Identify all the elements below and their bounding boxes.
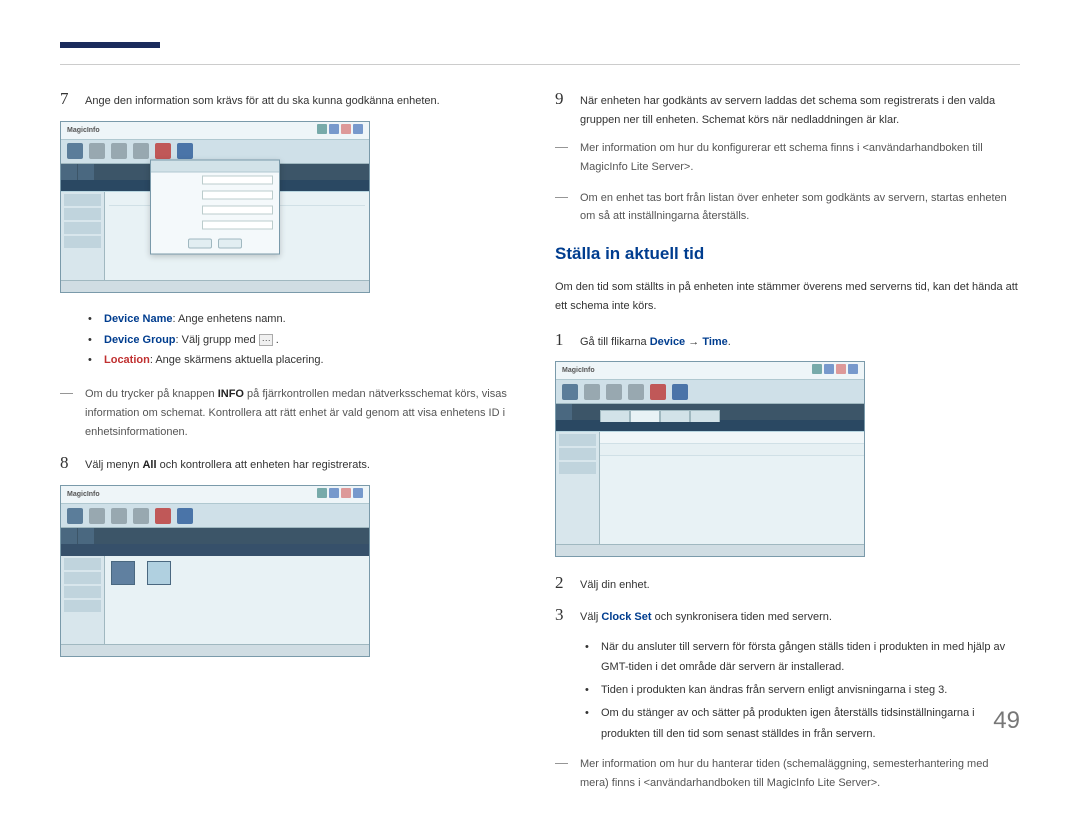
time-word: Time (702, 336, 727, 348)
screenshot-time-tab: MagicInfo (555, 361, 1020, 557)
info-word: INFO (218, 388, 244, 400)
info-note: ― Om du trycker på knappen INFO på fjärr… (60, 385, 525, 441)
sub-bullet-1: När du ansluter till servern för första … (601, 637, 1020, 679)
all-word: All (142, 459, 156, 471)
ss-logo: MagicInfo (67, 491, 100, 498)
note-dash-icon: ― (555, 139, 580, 176)
note-schedule-info: ― Mer information om hur du konfigurerar… (555, 139, 1020, 176)
step8-before: Välj menyn (85, 459, 142, 471)
note-text: Mer information om hur du konfigurerar e… (580, 139, 1020, 176)
approve-dialog (150, 159, 280, 254)
step-3: 3 Välj Clock Set och synkronisera tiden … (555, 605, 1020, 627)
sub-bullet-2: Tiden i produkten kan ändras från server… (601, 680, 1020, 701)
step-9: 9 När enheten har godkänts av servern la… (555, 89, 1020, 129)
clock-set-word: Clock Set (601, 611, 651, 623)
browse-group-button-icon (259, 334, 273, 346)
step-7: 7 Ange den information som krävs för att… (60, 89, 525, 111)
period: . (728, 336, 731, 348)
location-label: Location (104, 354, 150, 366)
right-column: 9 När enheten har godkänts av servern la… (555, 89, 1020, 804)
note-device-removed: ― Om en enhet tas bort från listan över … (555, 189, 1020, 226)
location-text: : Ange skärmens aktuella placering. (150, 354, 324, 366)
section-intro: Om den tid som ställts in på enheten int… (555, 278, 1020, 315)
ss-logo: MagicInfo (67, 127, 100, 134)
header-accent-bar (60, 42, 160, 48)
ss-logo: MagicInfo (562, 367, 595, 374)
section-title-time: Ställa in aktuell tid (555, 244, 1020, 264)
note-text: Mer information om hur du hanterar tiden… (580, 755, 1020, 792)
device-group-label: Device Group (104, 334, 176, 346)
step-2: 2 Välj din enhet. (555, 573, 1020, 595)
device-group-text-after: . (273, 334, 279, 346)
time-sub-bullets: •När du ansluter till servern för första… (585, 637, 1020, 745)
arrow: → (685, 336, 702, 348)
step1-before: Gå till flikarna (580, 336, 650, 348)
device-name-text: : Ange enhetens namn. (173, 313, 286, 325)
bullet-dot: • (585, 703, 601, 745)
screenshot-approve-device: MagicInfo (60, 121, 525, 293)
step3-after: och synkronisera tiden med servern. (652, 611, 832, 623)
step-number: 1 (555, 330, 580, 352)
bullet-dot: • (88, 309, 104, 330)
bullet-dot: • (88, 330, 104, 351)
note-before: Om du trycker på knappen (85, 388, 218, 400)
device-word: Device (650, 336, 685, 348)
step-number: 2 (555, 573, 580, 595)
left-column: 7 Ange den information som krävs för att… (60, 89, 525, 804)
step3-before: Välj (580, 611, 601, 623)
note-time-management: ― Mer information om hur du hanterar tid… (555, 755, 1020, 792)
step-number: 8 (60, 453, 85, 475)
step-8: 8 Välj menyn All och kontrollera att enh… (60, 453, 525, 475)
device-group-text-before: : Välj grupp med (176, 334, 259, 346)
step8-after: och kontrollera att enheten har registre… (157, 459, 370, 471)
note-dash-icon: ― (555, 189, 580, 226)
step-1: 1 Gå till flikarna Device → Time. (555, 330, 1020, 352)
step-text: Ange den information som krävs för att d… (85, 89, 525, 111)
note-text: Om en enhet tas bort från listan över en… (580, 189, 1020, 226)
sub-bullet-3: Om du stänger av och sätter på produkten… (601, 703, 1020, 745)
device-info-bullets: • Device Name: Ange enhetens namn. • Dev… (88, 309, 525, 372)
step-number: 9 (555, 89, 580, 129)
screenshot-all-menu: MagicInfo (60, 485, 525, 657)
bullet-dot: • (585, 637, 601, 679)
note-dash-icon: ― (60, 385, 85, 441)
bullet-dot: • (88, 350, 104, 371)
note-dash-icon: ― (555, 755, 580, 792)
step-number: 3 (555, 605, 580, 627)
step-text: Välj din enhet. (580, 573, 1020, 595)
bullet-dot: • (585, 680, 601, 701)
step-text: När enheten har godkänts av servern ladd… (580, 89, 1020, 129)
device-name-label: Device Name (104, 313, 173, 325)
step-number: 7 (60, 89, 85, 111)
page-number: 49 (993, 707, 1020, 735)
header-divider (60, 64, 1020, 65)
